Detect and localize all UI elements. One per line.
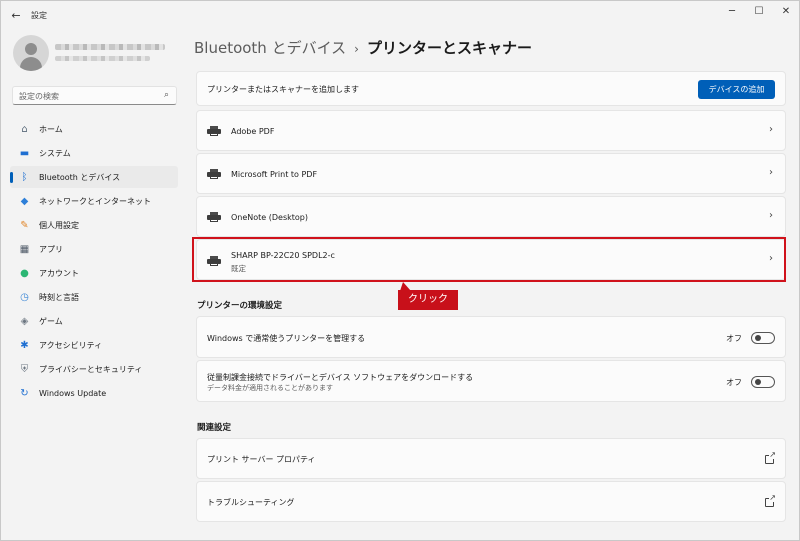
metered-download-toggle[interactable] [751,376,775,388]
printer-icon [207,126,221,136]
metered-download-label: 従量制課金接続でドライバーとデバイス ソフトウェアをダウンロードする [207,373,474,382]
printer-row[interactable]: Adobe PDF › [196,110,786,151]
printer-icon [207,169,221,179]
sidebar-item-label: 個人用設定 [39,220,79,230]
sidebar-item-label: ネットワークとインターネット [39,196,151,206]
add-printer-label: プリンターまたはスキャナーを追加します [207,85,359,94]
metered-download-sub: データ料金が適用されることがあります [207,384,333,392]
breadcrumb-separator-icon: › [354,42,359,56]
printer-name: OneNote (Desktop) [231,213,309,222]
sidebar-item-label: アカウント [39,268,79,278]
sidebar-item-privacy-security[interactable]: ⛨ プライバシーとセキュリティ [10,358,178,380]
sidebar-item-network[interactable]: ◆ ネットワークとインターネット [10,190,178,212]
print-server-properties-row[interactable]: プリント サーバー プロパティ [196,438,786,479]
display-icon: ▬ [19,147,30,159]
home-icon: ⌂ [21,123,28,135]
sidebar-item-bluetooth-devices[interactable]: ᛒ Bluetooth とデバイス [10,166,178,188]
blurred-user-name [55,44,165,50]
accessibility-icon: ✱ [20,339,29,351]
add-device-button[interactable]: デバイスの追加 [698,80,775,99]
sidebar-item-label: Windows Update [39,388,107,398]
metered-download-row: 従量制課金接続でドライバーとデバイス ソフトウェアをダウンロードする データ料金… [196,360,786,402]
sidebar-item-label: ゲーム [39,316,63,326]
search-icon[interactable]: ⌕ [164,90,169,100]
sidebar-nav: ⌂ ホーム ▬ システム ᛒ Bluetooth とデバイス ◆ ネットワークとインター… [10,118,178,406]
gamepad-icon: ◈ [20,315,29,327]
troubleshooting-row[interactable]: トラブルシューティング [196,481,786,522]
printer-name: Adobe PDF [231,127,275,136]
sidebar-item-label: システム [39,148,71,158]
sidebar-item-label: 時刻と言語 [39,292,79,302]
user-profile[interactable] [13,35,183,75]
breadcrumb-current: プリンターとスキャナー [366,39,532,57]
avatar [13,35,49,71]
sidebar-item-accounts[interactable]: ● アカウント [10,262,178,284]
toggle-state-label: オフ [726,334,742,343]
click-highlight-box [192,237,786,282]
chevron-right-icon: › [769,124,773,135]
manage-default-printer-row: Windows で通常使うプリンターを管理する オフ [196,316,786,358]
sidebar-item-label: アプリ [39,244,63,254]
printer-name: Microsoft Print to PDF [231,170,318,179]
click-callout: クリック [398,282,458,310]
printer-row[interactable]: OneNote (Desktop) › [196,196,786,237]
apps-icon: ▦ [19,243,30,255]
manage-default-toggle[interactable] [751,332,775,344]
troubleshooting-label: トラブルシューティング [207,498,295,507]
sidebar-item-time-language[interactable]: ◷ 時刻と言語 [10,286,178,308]
chevron-right-icon: › [769,167,773,178]
sidebar-item-gaming[interactable]: ◈ ゲーム [10,310,178,332]
app-title: 設定 [31,11,47,20]
back-button[interactable]: ← [9,9,23,23]
sidebar-item-accessibility[interactable]: ✱ アクセシビリティ [10,334,178,356]
minimize-button[interactable]: ─ [721,5,743,19]
title-bar: ← 設定 ─ ☐ ✕ [1,1,799,31]
print-server-properties-label: プリント サーバー プロパティ [207,455,316,464]
page-title: Bluetooth とデバイス › プリンターとスキャナー [194,37,532,58]
maximize-button[interactable]: ☐ [748,5,770,19]
clock-globe-icon: ◷ [20,291,29,303]
sidebar-item-system[interactable]: ▬ システム [10,142,178,164]
add-printer-card: プリンターまたはスキャナーを追加します デバイスの追加 [196,71,786,106]
sidebar-item-apps[interactable]: ▦ アプリ [10,238,178,260]
account-icon: ● [20,267,29,279]
sidebar-item-label: アクセシビリティ [39,340,103,350]
printer-row[interactable]: Microsoft Print to PDF › [196,153,786,194]
sidebar-item-windows-update[interactable]: ↻ Windows Update [10,382,178,404]
toggle-state-label: オフ [726,378,742,387]
external-link-icon [765,493,776,507]
printer-preferences-heading: プリンターの環境設定 [197,301,283,311]
printer-icon [207,212,221,222]
sidebar-item-label: Bluetooth とデバイス [39,172,121,182]
breadcrumb-parent[interactable]: Bluetooth とデバイス [194,39,346,57]
sidebar-item-home[interactable]: ⌂ ホーム [10,118,178,140]
related-settings-heading: 関連設定 [197,423,232,433]
external-link-icon [765,450,776,464]
wifi-icon: ◆ [20,195,29,207]
chevron-right-icon: › [769,210,773,221]
settings-search[interactable]: ⌕ [12,86,177,105]
search-input[interactable] [19,90,159,102]
manage-default-label: Windows で通常使うプリンターを管理する [207,334,366,343]
bluetooth-icon: ᛒ [21,171,28,183]
sidebar-item-label: ホーム [39,124,63,134]
sidebar-item-personalization[interactable]: ✎ 個人用設定 [10,214,178,236]
update-icon: ↻ [20,387,29,399]
blurred-user-email [55,56,150,61]
close-button[interactable]: ✕ [775,5,797,19]
shield-icon: ⛨ [20,363,29,375]
sidebar-item-label: プライバシーとセキュリティ [39,364,143,374]
brush-icon: ✎ [20,219,29,231]
